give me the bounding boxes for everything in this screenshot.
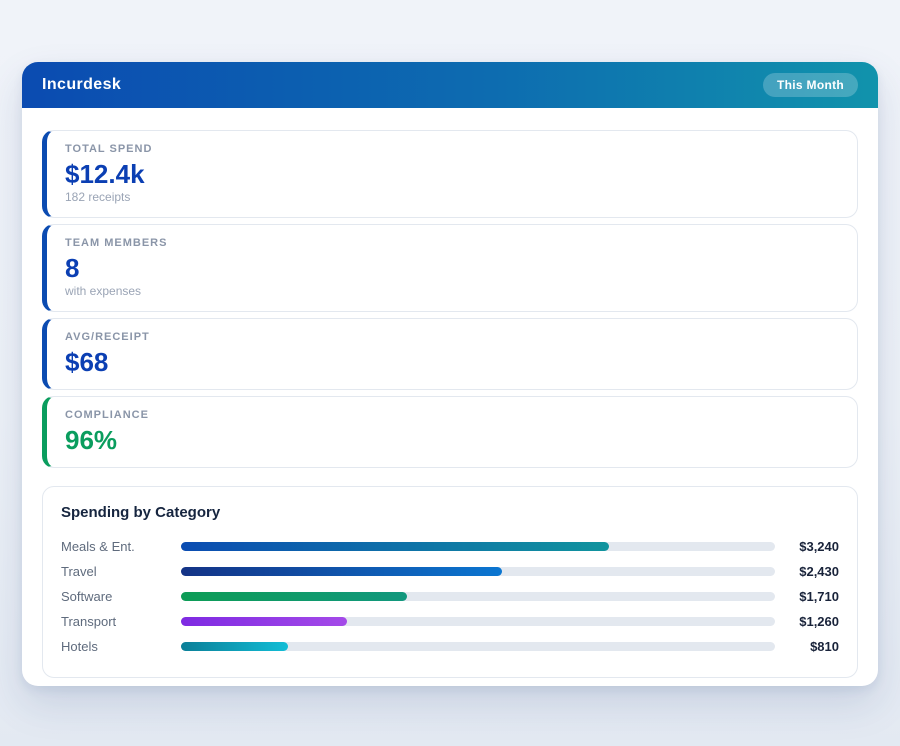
dashboard-content: TOTAL SPEND $12.4k 182 receipts TEAM MEM… xyxy=(22,108,878,686)
stat-value: $68 xyxy=(65,347,839,377)
stat-card-avg-receipt: AVG/RECEIPT $68 xyxy=(42,318,858,390)
bar-track xyxy=(181,542,775,551)
stat-sublabel: 182 receipts xyxy=(65,190,839,205)
bar-fill-hotels xyxy=(181,642,288,651)
stat-label: COMPLIANCE xyxy=(65,409,839,422)
chart-row-software: Software $1,710 xyxy=(61,584,839,609)
chart-title: Spending by Category xyxy=(61,503,839,522)
spending-by-category-chart: Spending by Category Meals & Ent. $3,240… xyxy=(42,486,858,678)
chart-row-hotels: Hotels $810 xyxy=(61,634,839,659)
dashboard-card: Incurdesk This Month TOTAL SPEND $12.4k … xyxy=(22,62,878,686)
category-label: Software xyxy=(61,589,181,604)
stat-label: TEAM MEMBERS xyxy=(65,237,839,250)
bar-value: $2,430 xyxy=(775,564,839,579)
category-label: Meals & Ent. xyxy=(61,539,181,554)
chart-row-meals: Meals & Ent. $3,240 xyxy=(61,534,839,559)
chart-row-travel: Travel $2,430 xyxy=(61,559,839,584)
bar-fill-software xyxy=(181,592,407,601)
stat-card-team-members: TEAM MEMBERS 8 with expenses xyxy=(42,224,858,312)
stat-label: TOTAL SPEND xyxy=(65,143,839,156)
bar-value: $1,710 xyxy=(775,589,839,604)
app-title: Incurdesk xyxy=(42,76,121,94)
chart-row-transport: Transport $1,260 xyxy=(61,609,839,634)
stat-value: $12.4k xyxy=(65,159,839,189)
category-label: Transport xyxy=(61,614,181,629)
stat-value: 96% xyxy=(65,425,839,455)
period-badge[interactable]: This Month xyxy=(763,73,858,97)
bar-track xyxy=(181,567,775,576)
category-label: Hotels xyxy=(61,639,181,654)
bar-fill-travel xyxy=(181,567,502,576)
stat-value: 8 xyxy=(65,253,839,283)
bar-track xyxy=(181,642,775,651)
stat-sublabel: with expenses xyxy=(65,284,839,299)
category-label: Travel xyxy=(61,564,181,579)
bar-track xyxy=(181,617,775,626)
bar-fill-transport xyxy=(181,617,347,626)
bar-value: $810 xyxy=(775,639,839,654)
stat-label: AVG/RECEIPT xyxy=(65,331,839,344)
bar-fill-meals xyxy=(181,542,609,551)
stat-card-total-spend: TOTAL SPEND $12.4k 182 receipts xyxy=(42,130,858,218)
bar-track xyxy=(181,592,775,601)
stat-card-compliance: COMPLIANCE 96% xyxy=(42,396,858,468)
bar-value: $3,240 xyxy=(775,539,839,554)
bar-value: $1,260 xyxy=(775,614,839,629)
app-header: Incurdesk This Month xyxy=(22,62,878,108)
